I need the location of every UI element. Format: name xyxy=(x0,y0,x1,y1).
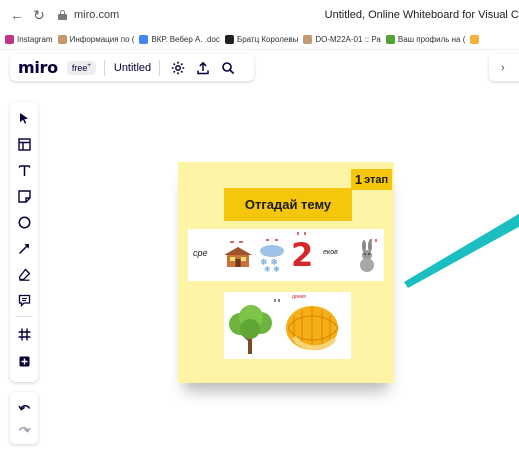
tree-icon xyxy=(229,305,272,354)
settings-icon[interactable] xyxy=(171,61,185,75)
comment-icon[interactable] xyxy=(16,292,32,308)
melon-icon xyxy=(286,306,339,351)
plan-badge-label: free xyxy=(71,62,88,73)
plan-badge-sup: + xyxy=(87,62,91,69)
rebus-title[interactable]: Отгадай тему xyxy=(224,188,352,221)
rebus-number: 2 xyxy=(291,236,314,274)
divider xyxy=(103,59,105,76)
expand-panel-button[interactable]: › xyxy=(489,54,519,81)
chevron-right-icon: › xyxy=(501,61,505,74)
rebus-word-1: сре xyxy=(193,248,208,258)
stage-number: 1 xyxy=(354,172,363,187)
stage-label: этап xyxy=(364,173,389,186)
search-icon[interactable] xyxy=(221,61,235,75)
board-name[interactable]: Untitled xyxy=(114,62,151,74)
pen-arrow-icon[interactable] xyxy=(16,240,32,256)
top-panel: miro free+ Untitled xyxy=(10,54,254,81)
miro-window: ← ↻ miro.com Untitled, Online Whiteboard… xyxy=(0,0,519,457)
rebus-caption-2: диния xyxy=(292,294,306,300)
rebus-row-1[interactable]: сре ❄ ❄ ❄ ❄ 2 еков xyxy=(188,229,384,281)
stage-tag[interactable]: 1 этап xyxy=(351,169,392,190)
sticky-note[interactable]: 1 этап Отгадай тему сре ❄ ❄ ❄ ❄ 2 еков д… xyxy=(178,162,394,383)
toolbar-divider xyxy=(15,316,33,317)
templates-icon[interactable] xyxy=(16,136,32,152)
text-icon[interactable] xyxy=(16,162,32,178)
house-icon xyxy=(224,241,252,267)
sticky-note-icon[interactable] xyxy=(16,188,32,204)
eraser-icon[interactable] xyxy=(16,266,32,282)
rebus-row-2[interactable]: диния xyxy=(224,292,351,359)
history-panel xyxy=(10,392,38,444)
add-more-icon[interactable] xyxy=(16,352,32,368)
undo-icon[interactable] xyxy=(16,400,32,416)
svg-text:❄ ❄: ❄ ❄ xyxy=(264,265,280,273)
miro-logo[interactable]: miro xyxy=(18,58,58,77)
redo-icon[interactable] xyxy=(16,422,32,438)
comma-marks xyxy=(297,232,306,235)
select-icon[interactable] xyxy=(16,110,32,126)
rebus-word-2: еков xyxy=(323,249,338,256)
snow-cloud-icon: ❄ ❄ ❄ ❄ xyxy=(260,239,284,273)
frame-icon[interactable] xyxy=(16,326,32,342)
upload-icon[interactable] xyxy=(196,61,210,75)
left-toolbar xyxy=(10,102,38,382)
rabbit-icon xyxy=(360,239,377,272)
shape-icon[interactable] xyxy=(16,214,32,230)
divider xyxy=(159,59,161,76)
plan-badge[interactable]: free+ xyxy=(66,60,96,75)
